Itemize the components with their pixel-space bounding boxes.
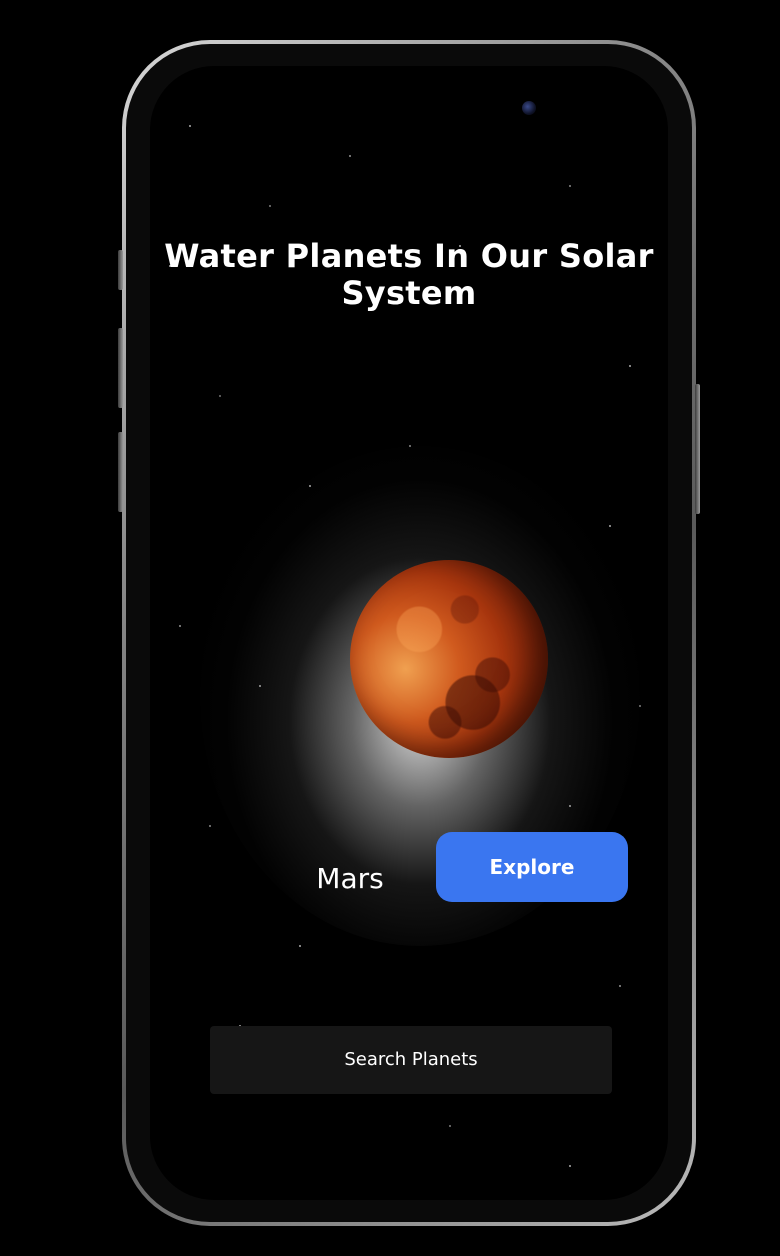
dynamic-island xyxy=(430,88,554,128)
phone-bezel: Water Planets In Our Solar System Mars E… xyxy=(126,44,692,1222)
search-planets-button[interactable]: Search Planets xyxy=(210,1026,612,1094)
volume-up-button xyxy=(118,328,123,408)
camera-icon xyxy=(522,101,536,115)
app-screen: Water Planets In Our Solar System Mars E… xyxy=(150,66,668,1200)
volume-down-button xyxy=(118,432,123,512)
canvas: Water Planets In Our Solar System Mars E… xyxy=(0,0,780,1256)
mars-planet-image xyxy=(350,560,548,758)
page-title: Water Planets In Our Solar System xyxy=(164,237,654,312)
planet-name-label: Mars xyxy=(316,862,384,895)
silent-switch xyxy=(118,250,123,290)
power-button xyxy=(695,384,700,514)
explore-button[interactable]: Explore xyxy=(436,832,628,902)
phone-frame: Water Planets In Our Solar System Mars E… xyxy=(118,40,700,1226)
